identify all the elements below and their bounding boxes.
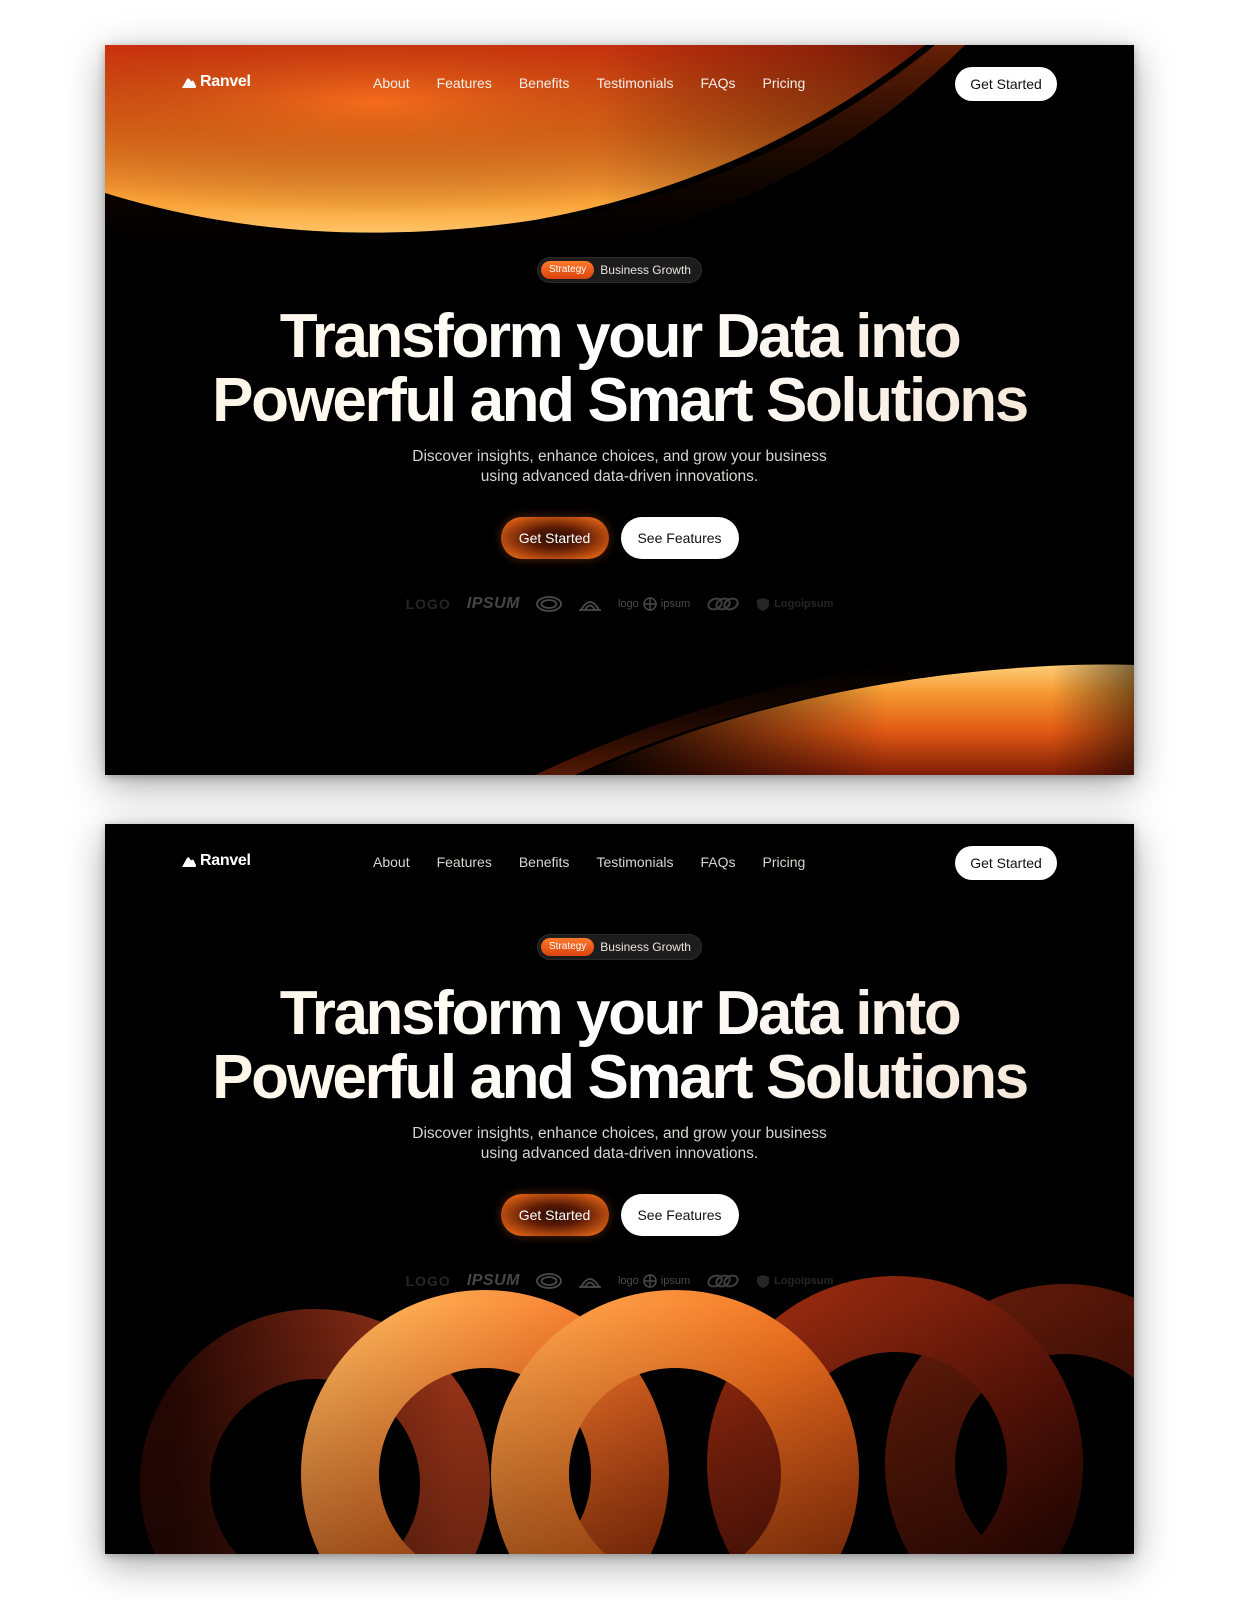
headline-line-2: Powerful and Smart Solutions [212, 1043, 1027, 1112]
nav-get-started-button[interactable]: Get Started [955, 846, 1057, 880]
nav-link-features[interactable]: Features [437, 854, 492, 870]
globe-plus-icon [643, 1274, 657, 1288]
hero-variant-rings: Ranvel About Features Benefits Testimoni… [105, 824, 1134, 1554]
nav-links: About Features Benefits Testimonials FAQ… [373, 854, 805, 870]
partner-logo-1: LOGO [405, 1273, 451, 1289]
subtext-line-2: using advanced data-driven innovations. [480, 468, 759, 485]
logo-5-right-text: ipsum [660, 598, 691, 610]
brand-logo[interactable]: Ranvel [181, 852, 251, 870]
partner-logo-4 [578, 596, 602, 612]
partner-logos: LOGO IPSUM logo ipsum Logoipsum [105, 1272, 1134, 1290]
logo-7-text: Logoipsum [774, 1275, 834, 1287]
nav-link-about[interactable]: About [373, 854, 410, 870]
headline-line-1: Transform your Data into [279, 302, 960, 371]
hero-section: Strategy Business Growth Transform your … [105, 934, 1134, 1290]
nav-link-faqs[interactable]: FAQs [700, 854, 735, 870]
mountain-arc-icon [578, 601, 601, 611]
hero-get-started-button[interactable]: Get Started [500, 517, 609, 559]
ranvel-logo-icon [182, 856, 197, 867]
nav-link-benefits[interactable]: Benefits [519, 854, 570, 870]
partner-logo-3 [536, 596, 562, 612]
headline-line-2: Powerful and Smart Solutions [212, 366, 1027, 435]
hero-cta-row: Get Started See Features [105, 517, 1134, 559]
ranvel-logo-icon [182, 77, 197, 88]
brand-name: Ranvel [200, 73, 251, 90]
badge-text: Business Growth [600, 263, 691, 277]
partner-logo-7: Logoipsum [756, 1274, 833, 1289]
mountain-arc-icon [578, 1278, 601, 1288]
hero-get-started-button[interactable]: Get Started [500, 1194, 609, 1236]
nav-link-testimonials[interactable]: Testimonials [596, 854, 673, 870]
headline-line-1: Transform your Data into [279, 979, 960, 1048]
concentric-oval-icon [536, 1273, 562, 1289]
nav-link-features[interactable]: Features [437, 75, 492, 91]
infinity-links-icon [707, 597, 739, 611]
subtext-line-2: using advanced data-driven innovations. [480, 1145, 759, 1162]
partner-logo-6 [706, 1273, 740, 1289]
top-navigation: Ranvel About Features Benefits Testimoni… [105, 824, 1134, 902]
badge-tag-strategy: Strategy [541, 938, 595, 956]
partner-logo-2: IPSUM [466, 1272, 520, 1289]
nav-get-started-button[interactable]: Get Started [955, 67, 1057, 101]
top-navigation: Ranvel About Features Benefits Testimoni… [105, 45, 1134, 123]
partner-logo-2: IPSUM [466, 595, 520, 612]
shield-icon [757, 1274, 770, 1288]
hero-section: Strategy Business Growth Transform your … [105, 257, 1134, 613]
nav-link-testimonials[interactable]: Testimonials [596, 75, 673, 91]
hero-cta-row: Get Started See Features [105, 1194, 1134, 1236]
partner-logo-7: Logoipsum [756, 597, 833, 612]
badge-tag-strategy: Strategy [541, 261, 595, 279]
hero-subtext: Discover insights, enhance choices, and … [105, 1124, 1134, 1164]
see-features-button[interactable]: See Features [620, 517, 739, 559]
concentric-oval-icon [536, 596, 562, 612]
hero-variant-arcs: Ranvel About Features Benefits Testimoni… [105, 45, 1134, 775]
nav-link-benefits[interactable]: Benefits [519, 75, 570, 91]
partner-logos: LOGO IPSUM logo ipsum Logoipsum [105, 595, 1134, 613]
logo-5-right-text: ipsum [660, 1275, 691, 1287]
nav-link-pricing[interactable]: Pricing [762, 75, 805, 91]
hero-headline: Transform your Data into Powerful and Sm… [105, 305, 1134, 433]
subtext-line-1: Discover insights, enhance choices, and … [412, 1125, 827, 1142]
globe-plus-icon [643, 597, 657, 611]
brand-logo[interactable]: Ranvel [181, 73, 251, 91]
partner-logo-1: LOGO [405, 596, 451, 612]
hero-headline: Transform your Data into Powerful and Sm… [105, 982, 1134, 1110]
see-features-button[interactable]: See Features [620, 1194, 739, 1236]
nav-link-pricing[interactable]: Pricing [762, 854, 805, 870]
nav-link-about[interactable]: About [373, 75, 410, 91]
category-badge: Strategy Business Growth [537, 934, 702, 960]
infinity-links-icon [707, 1274, 739, 1288]
partner-logo-5: logo ipsum [618, 1274, 690, 1288]
logo-7-text: Logoipsum [774, 598, 834, 610]
hero-subtext: Discover insights, enhance choices, and … [105, 447, 1134, 487]
partner-logo-4 [578, 1273, 602, 1289]
partner-logo-5: logo ipsum [618, 597, 690, 611]
category-badge: Strategy Business Growth [537, 257, 702, 283]
logo-5-left-text: logo [617, 598, 639, 610]
logo-5-left-text: logo [617, 1275, 639, 1287]
brand-name: Ranvel [200, 852, 251, 869]
badge-text: Business Growth [600, 940, 691, 954]
nav-links: About Features Benefits Testimonials FAQ… [373, 75, 805, 91]
nav-link-faqs[interactable]: FAQs [700, 75, 735, 91]
partner-logo-3 [536, 1273, 562, 1289]
shield-icon [757, 597, 770, 611]
partner-logo-6 [706, 596, 740, 612]
subtext-line-1: Discover insights, enhance choices, and … [412, 448, 827, 465]
